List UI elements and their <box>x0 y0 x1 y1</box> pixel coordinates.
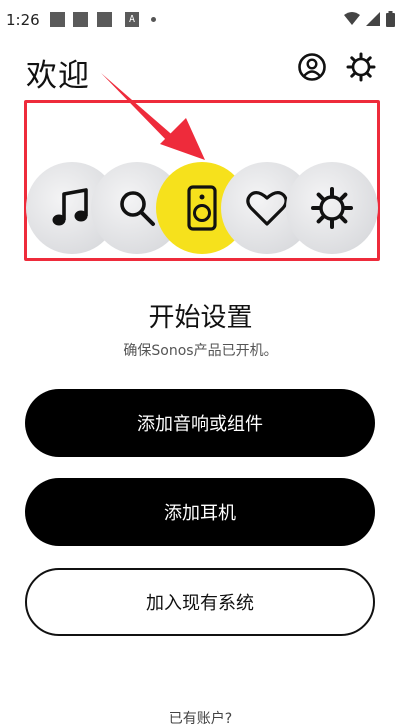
notification-letter-icon: A <box>125 12 139 27</box>
account-circle-icon <box>298 53 326 81</box>
signal-icon <box>366 12 380 26</box>
setup-title: 开始设置 <box>148 303 253 333</box>
status-icons <box>344 10 395 28</box>
settings-button[interactable] <box>345 51 377 83</box>
gear-icon <box>346 52 376 82</box>
tab-bar <box>26 162 378 254</box>
more-notifications-dot <box>151 17 156 22</box>
account-button[interactable] <box>296 51 328 83</box>
setup-subtitle: 确保Sonos产品已开机。 <box>123 343 278 359</box>
add-speaker-button[interactable]: 添加音响或组件 <box>25 389 375 457</box>
battery-icon <box>386 11 395 27</box>
page-title: 欢迎 <box>26 58 90 94</box>
notification-icon <box>50 12 65 27</box>
status-bar: 1:26 A <box>0 0 401 38</box>
sign-in-link[interactable]: 已有账户? <box>0 708 401 728</box>
heart-icon <box>246 191 288 226</box>
status-time: 1:26 <box>6 11 40 29</box>
add-headphones-button[interactable]: 添加耳机 <box>25 478 375 546</box>
notification-icon <box>73 12 88 27</box>
tab-settings[interactable] <box>286 162 378 254</box>
gear-icon <box>311 187 353 229</box>
speaker-icon <box>187 185 217 231</box>
notification-icon <box>97 12 112 27</box>
join-system-button[interactable]: 加入现有系统 <box>25 568 375 636</box>
wifi-icon <box>344 12 360 25</box>
search-icon <box>120 191 155 226</box>
music-note-icon <box>52 188 88 226</box>
